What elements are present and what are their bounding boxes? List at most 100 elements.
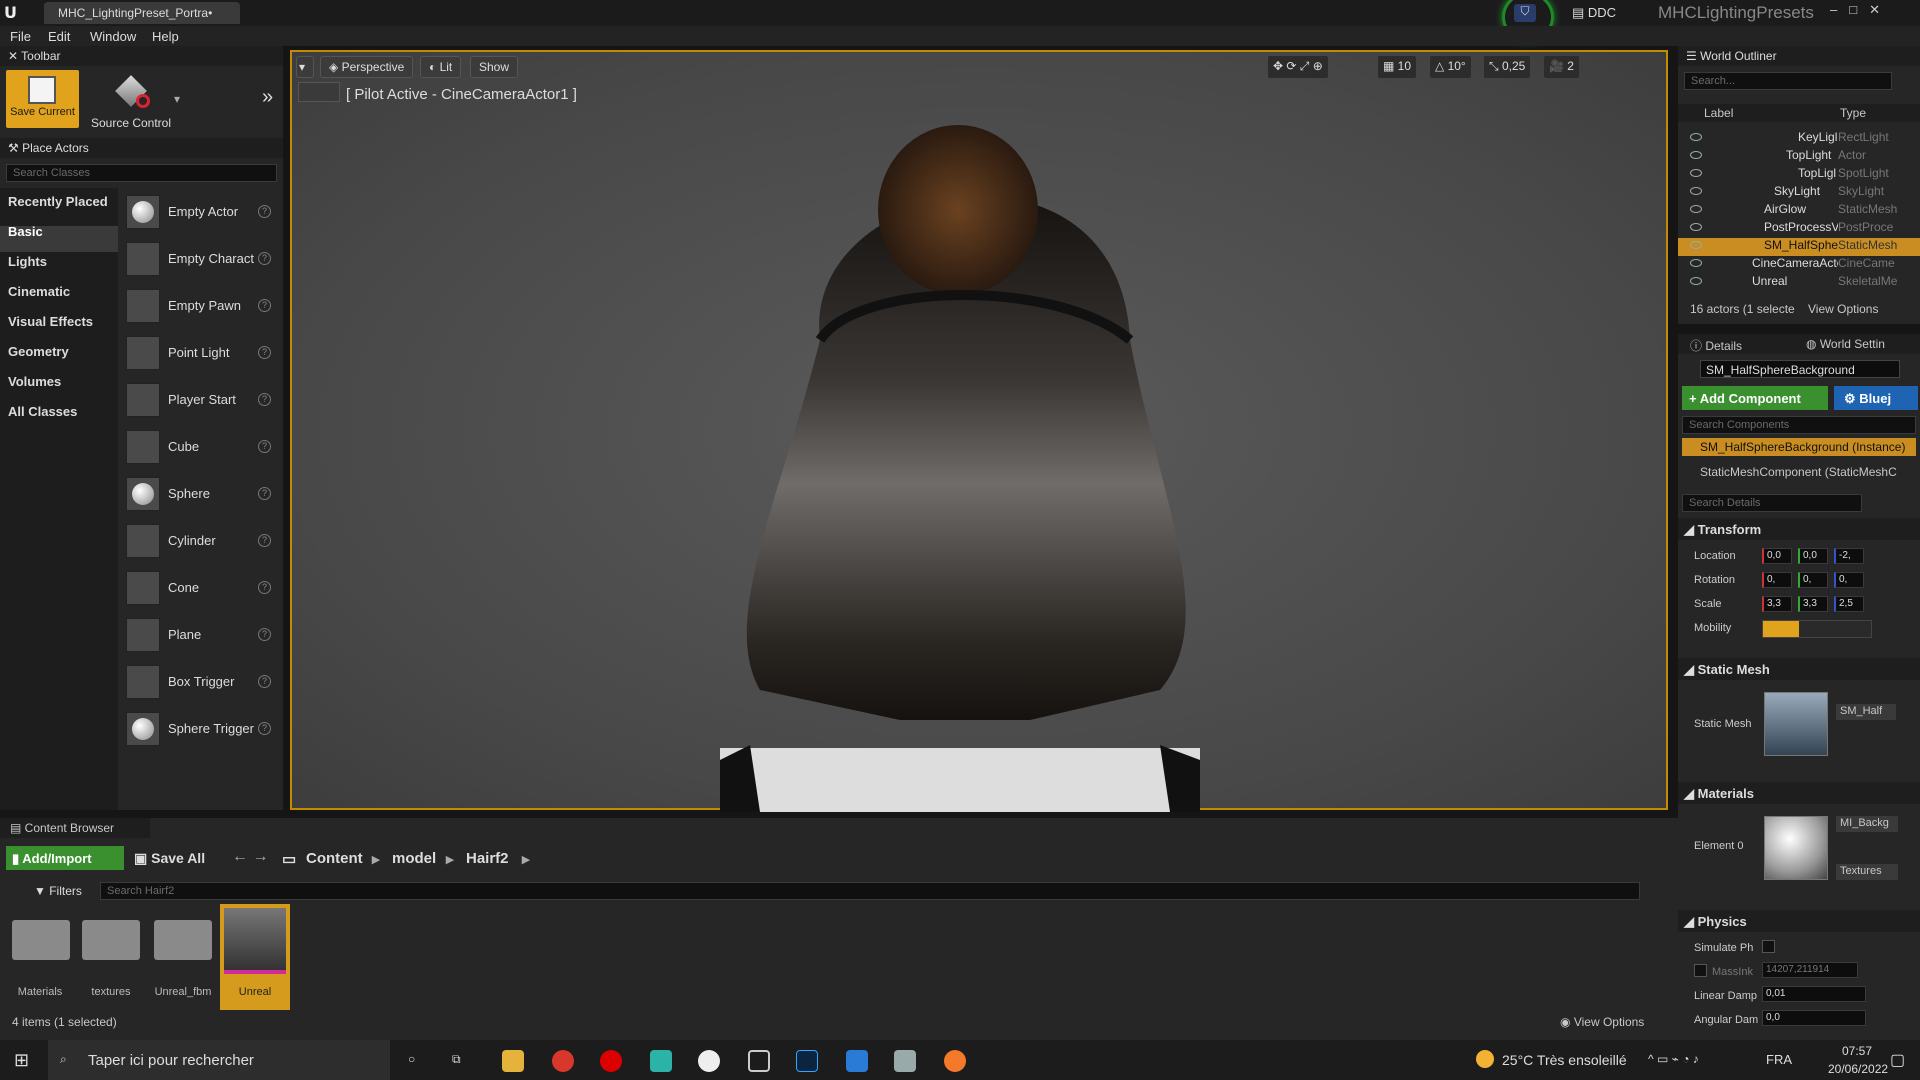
crumb-hairf2[interactable]: Hairf2 [466,850,509,867]
scale-x[interactable]: 3,3 [1762,596,1792,612]
category-visual-effects[interactable]: Visual Effects [8,314,93,329]
grid-snap-button[interactable]: ▦ 10 [1378,56,1417,78]
help-icon[interactable]: ? [258,722,271,735]
actor-cylinder[interactable]: Cylinder? [124,521,279,561]
category-geometry[interactable]: Geometry [8,344,69,359]
help-icon[interactable]: ? [258,205,271,218]
transform-tools[interactable]: ✥ ⟳ ⤢ ⊕ [1268,56,1328,78]
menu-window[interactable]: Window [90,29,136,44]
textures-dropdown[interactable]: Textures [1836,864,1898,880]
scale-z[interactable]: 2,5 [1834,596,1864,612]
category-volumes[interactable]: Volumes [8,374,61,389]
visibility-icon[interactable] [1690,241,1702,249]
help-icon[interactable]: ? [258,440,271,453]
category-basic[interactable]: Basic [8,224,43,239]
visibility-icon[interactable] [1690,223,1702,231]
outliner-row[interactable]: KeyLigl RectLight [1678,130,1920,148]
help-icon[interactable]: ? [258,628,271,641]
mobility-toggle[interactable] [1762,620,1872,638]
source-dropdown-icon[interactable]: ▾ [174,92,180,106]
help-icon[interactable]: ? [258,581,271,594]
visibility-icon[interactable] [1690,133,1702,141]
actor-name-field[interactable]: SM_HalfSphereBackground [1700,360,1900,378]
actor-cone[interactable]: Cone? [124,568,279,608]
taskbar-search[interactable]: Taper ici pour rechercher [48,1040,390,1080]
3d-viewer-icon[interactable] [748,1050,770,1072]
mesh-thumbnail[interactable] [1764,692,1828,756]
eject-pilot-button[interactable] [298,82,340,102]
weather-icon[interactable] [1476,1050,1494,1068]
perspective-button[interactable]: ◈ Perspective [320,56,414,78]
outliner-row[interactable]: CineCameraActo CineCame [1678,256,1920,274]
document-tab[interactable]: MHC_LightingPreset_Portra• [44,2,240,24]
crumb-separator[interactable]: ▸ [372,850,380,868]
blender-icon[interactable] [944,1050,966,1072]
folder-materials[interactable] [12,920,70,960]
component-instance[interactable]: SM_HalfSphereBackground (Instance) [1682,438,1916,456]
help-icon[interactable]: ? [258,299,271,312]
content-search-input[interactable]: Search Hairf2 [100,882,1640,900]
mass-checkbox[interactable] [1694,964,1707,977]
save-current-button[interactable]: Save Current [6,70,79,128]
material-thumbnail[interactable] [1764,816,1828,880]
outliner-search-input[interactable]: Search... [1684,72,1892,90]
weather-text[interactable]: 25°C Très ensoleillé [1502,1052,1627,1068]
help-icon[interactable]: ? [258,675,271,688]
rotation-snap-button[interactable]: △ 10° [1430,56,1471,78]
actor-empty-pawn[interactable]: Empty Pawn? [124,286,279,326]
visibility-icon[interactable] [1690,259,1702,267]
window-controls[interactable]: ‒□✕ [1830,2,1892,18]
photoshop-icon[interactable] [796,1050,818,1072]
actor-plane[interactable]: Plane? [124,615,279,655]
actor-sphere[interactable]: Sphere? [124,474,279,514]
ddc-button[interactable]: ▤ DDC [1572,5,1616,21]
outliner-row[interactable]: PostProcessV PostProce [1678,220,1920,238]
section-materials[interactable]: ◢ Materials [1678,782,1920,804]
column-type[interactable]: Type [1840,106,1866,120]
photos-icon[interactable] [846,1050,868,1072]
outliner-row[interactable]: AirGlow StaticMesh [1678,202,1920,220]
actor-player-start[interactable]: Player Start? [124,380,279,420]
clock-time[interactable]: 07:57 [1842,1044,1872,1058]
add-import-button[interactable]: ▮ Add/Import [6,846,124,870]
outliner-row-selected[interactable]: SM_HalfSpher StaticMesh [1678,238,1920,256]
camera-speed-button[interactable]: 🎥 2 [1544,56,1579,78]
visibility-icon[interactable] [1690,205,1702,213]
source-control-button[interactable]: Source Control [86,70,176,130]
file-explorer-icon[interactable] [502,1050,524,1072]
search-classes-input[interactable]: Search Classes [6,164,277,182]
shield-icon[interactable]: ⛉ [1514,4,1536,22]
lit-button[interactable]: ◐ Lit [420,56,462,78]
location-x[interactable]: 0,0 [1762,548,1792,564]
save-all-button[interactable]: ▣ Save All [134,850,205,867]
help-icon[interactable]: ? [258,346,271,359]
scale-y[interactable]: 3,3 [1798,596,1828,612]
rotation-x[interactable]: 0, [1762,572,1792,588]
actor-box-trigger[interactable]: Box Trigger? [124,662,279,702]
category-cinematic[interactable]: Cinematic [8,284,70,299]
column-label[interactable]: Label [1704,106,1733,120]
search-details-input[interactable]: Search Details [1682,494,1862,512]
actor-cube[interactable]: Cube? [124,427,279,467]
folder-textures[interactable] [82,920,140,960]
content-view-options[interactable]: ◉ View Options [1560,1015,1644,1029]
opera-icon[interactable] [600,1050,622,1072]
cortana-icon[interactable]: ○ [408,1052,415,1066]
chrome-icon[interactable] [552,1050,574,1072]
category-all-classes[interactable]: All Classes [8,404,77,419]
menu-edit[interactable]: Edit [48,29,70,44]
actor-empty-character[interactable]: Empty Charact? [124,239,279,279]
crumb-content[interactable]: Content [306,850,363,867]
visibility-icon[interactable] [1690,151,1702,159]
crumb-model[interactable]: model [392,850,436,867]
outliner-row[interactable]: TopLight Actor [1678,148,1920,166]
category-lights[interactable]: Lights [8,254,47,269]
expand-toolbar-icon[interactable]: » [262,86,273,109]
simulate-checkbox[interactable] [1762,940,1775,953]
menu-help[interactable]: Help [152,29,179,44]
folder-unreal-fbm[interactable] [154,920,212,960]
material-picker[interactable]: MI_Backg [1836,816,1898,832]
visibility-icon[interactable] [1690,169,1702,177]
angular-damping-field[interactable]: 0,0 [1762,1010,1866,1026]
menu-file[interactable]: File [10,29,31,44]
